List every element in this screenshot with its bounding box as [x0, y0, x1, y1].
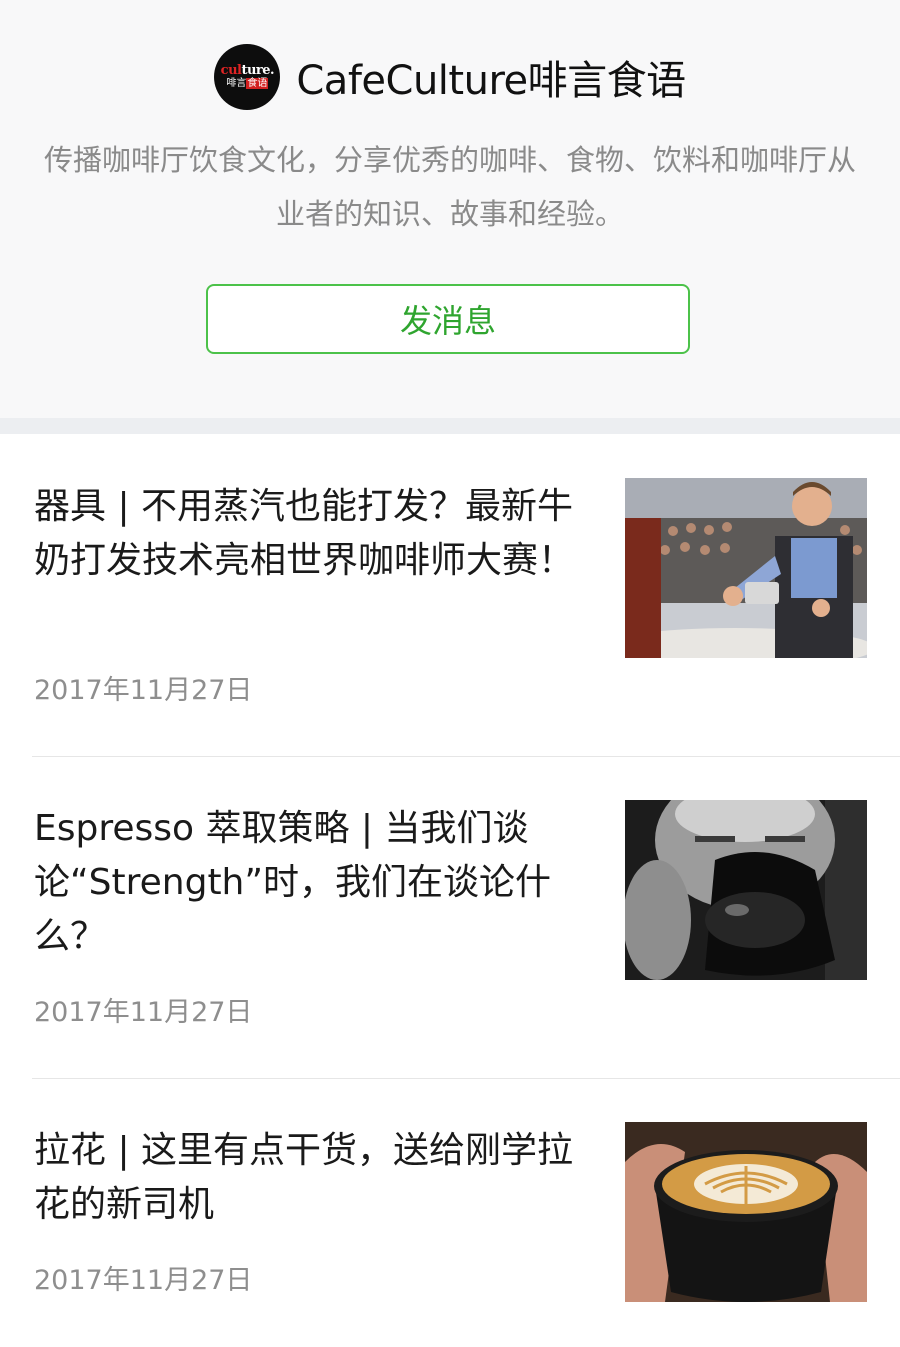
- article-thumbnail[interactable]: [625, 800, 867, 980]
- article-item[interactable]: 拉花 | 这里有点干货，送给刚学拉花的新司机 2017年11月27日: [0, 1078, 900, 1347]
- article-title[interactable]: Espresso 萃取策略 | 当我们谈论“Strength”时，我们在谈论什么…: [34, 802, 600, 964]
- barista-competition-photo: [625, 478, 867, 658]
- account-profile-header: culture. 啡言食语 CafeCulture啡言食语 传播咖啡厅饮食文化，…: [0, 0, 900, 418]
- send-message-button[interactable]: 发消息: [206, 284, 690, 354]
- account-avatar[interactable]: culture. 啡言食语: [214, 44, 281, 110]
- article-thumbnail[interactable]: [625, 1122, 867, 1302]
- article-date: 2017年11月27日: [34, 675, 253, 706]
- account-name: CafeCulture啡言食语: [296, 58, 686, 104]
- account-description: 传播咖啡厅饮食文化，分享优秀的咖啡、食物、饮料和咖啡厅从业者的知识、故事和经验。: [43, 143, 856, 231]
- man-drinking-coffee-photo: [625, 800, 867, 980]
- article-thumbnail[interactable]: [625, 478, 867, 658]
- latte-art-cup-photo: [625, 1122, 867, 1302]
- avatar-logo-text: culture.: [220, 63, 275, 78]
- article-list: 器具 | 不用蒸汽也能打发？最新牛奶打发技术亮相世界咖啡师大赛！ 2017年11…: [0, 434, 900, 1347]
- avatar-logo-subtext: 啡言食语: [226, 78, 269, 89]
- article-item[interactable]: Espresso 萃取策略 | 当我们谈论“Strength”时，我们在谈论什么…: [0, 756, 900, 1078]
- article-title[interactable]: 器具 | 不用蒸汽也能打发？最新牛奶打发技术亮相世界咖啡师大赛！: [34, 480, 600, 588]
- article-date: 2017年11月27日: [34, 1265, 253, 1296]
- article-title[interactable]: 拉花 | 这里有点干货，送给刚学拉花的新司机: [34, 1124, 600, 1232]
- article-item[interactable]: 器具 | 不用蒸汽也能打发？最新牛奶打发技术亮相世界咖啡师大赛！ 2017年11…: [0, 434, 900, 756]
- article-date: 2017年11月27日: [34, 997, 253, 1028]
- section-divider: [0, 418, 900, 434]
- account-name-row: culture. 啡言食语 CafeCulture啡言食语: [0, 44, 900, 110]
